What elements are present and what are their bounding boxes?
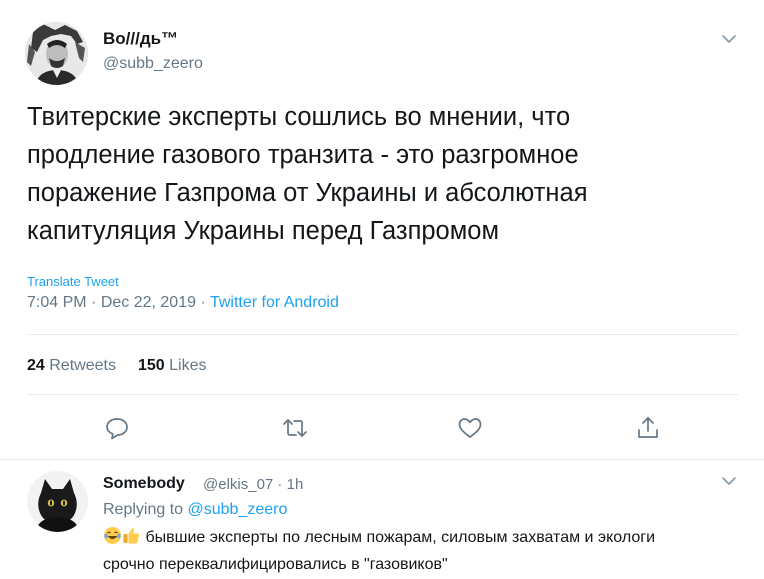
chevron-down-icon[interactable] <box>718 28 740 50</box>
tweet-date[interactable]: Dec 22, 2019 <box>101 294 196 311</box>
retweets-count: 24 <box>27 357 45 374</box>
author-avatar[interactable] <box>25 22 88 85</box>
tweet-text: Твитерские эксперты сошлись во мнении, ч… <box>27 103 588 245</box>
meta-separator: · <box>196 294 210 311</box>
reply-time[interactable]: 1h <box>287 476 304 493</box>
reply-author-name[interactable]: Somebody <box>103 475 185 493</box>
replying-to: Replying to @subb_zeero <box>103 501 287 519</box>
likes-stat[interactable]: 150 Likes <box>138 357 207 374</box>
retweets-label: Retweets <box>49 357 116 374</box>
main-tweet: Во///дь™ @subb_zeero Твитерские эксперты… <box>0 0 764 460</box>
tweet-meta: 7:04 PM · Dec 22, 2019 · Twitter for And… <box>27 294 339 312</box>
author-name[interactable]: Во///дь™ <box>103 29 178 49</box>
meta-separator: · <box>86 294 101 311</box>
reply-author-avatar[interactable] <box>27 471 88 532</box>
tweet-stats: 24 Retweets 150 Likes <box>27 357 206 375</box>
divider <box>27 394 738 395</box>
likes-count: 150 <box>137 357 165 374</box>
translate-tweet-link[interactable]: Translate Tweet <box>27 274 119 289</box>
laughing-emoji-icon <box>103 526 122 553</box>
thumbs-up-emoji-icon <box>122 526 141 553</box>
divider <box>27 334 738 335</box>
retweet-icon[interactable] <box>281 414 309 442</box>
meta-separator: · <box>273 476 287 493</box>
heart-icon[interactable] <box>456 414 484 442</box>
tweet-source-link[interactable]: Twitter for Android <box>210 294 339 311</box>
likes-label: Likes <box>169 357 207 374</box>
author-handle[interactable]: @subb_zeero <box>103 55 203 73</box>
chevron-down-icon[interactable] <box>718 470 740 492</box>
reply-author-handle: @elkis_07 · 1h <box>203 476 303 493</box>
reply-handle[interactable]: @elkis_07 <box>203 476 273 493</box>
replying-to-handle[interactable]: @subb_zeero <box>188 501 288 518</box>
tweet-time[interactable]: 7:04 PM <box>27 294 87 311</box>
reply-text: бывшие эксперты по лесным пожарам, силов… <box>103 526 703 577</box>
reply-icon[interactable] <box>103 414 131 442</box>
share-icon[interactable] <box>634 414 662 442</box>
retweets-stat[interactable]: 24 Retweets <box>27 357 116 374</box>
reply-text-content: бывшие эксперты по лесным пожарам, силов… <box>103 529 656 573</box>
replying-prefix: Replying to <box>103 501 184 518</box>
